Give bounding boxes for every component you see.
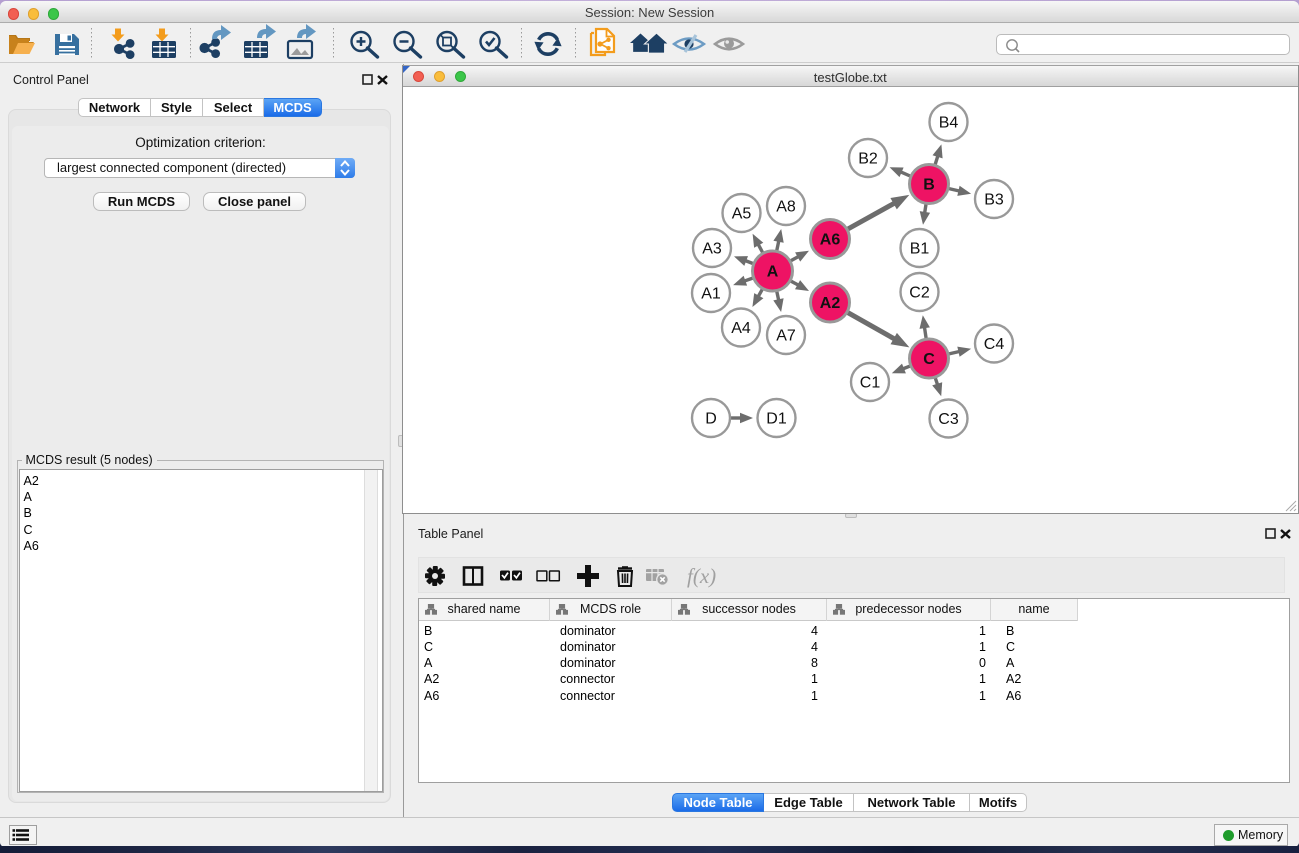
svg-text:A4: A4 [731,320,751,337]
svg-text:A8: A8 [776,199,796,216]
svg-text:C1: C1 [859,375,880,392]
svg-text:B2: B2 [858,151,878,168]
svg-text:C3: C3 [938,411,959,428]
svg-text:B3: B3 [984,192,1004,209]
svg-text:C: C [923,351,935,368]
svg-text:f(x): f(x) [687,564,716,588]
svg-text:A7: A7 [776,328,796,345]
svg-text:A6: A6 [819,232,840,249]
svg-text:C2: C2 [909,285,930,302]
svg-text:D1: D1 [766,411,787,428]
svg-text:D: D [705,411,717,428]
svg-text:A3: A3 [702,241,722,258]
svg-text:B: B [923,177,935,194]
svg-text:B4: B4 [938,115,958,132]
svg-text:A1: A1 [701,286,721,303]
svg-text:B1: B1 [909,241,929,258]
svg-text:A5: A5 [731,206,751,223]
svg-text:C4: C4 [983,336,1004,353]
svg-text:A2: A2 [819,295,840,312]
svg-text:A: A [766,264,778,281]
